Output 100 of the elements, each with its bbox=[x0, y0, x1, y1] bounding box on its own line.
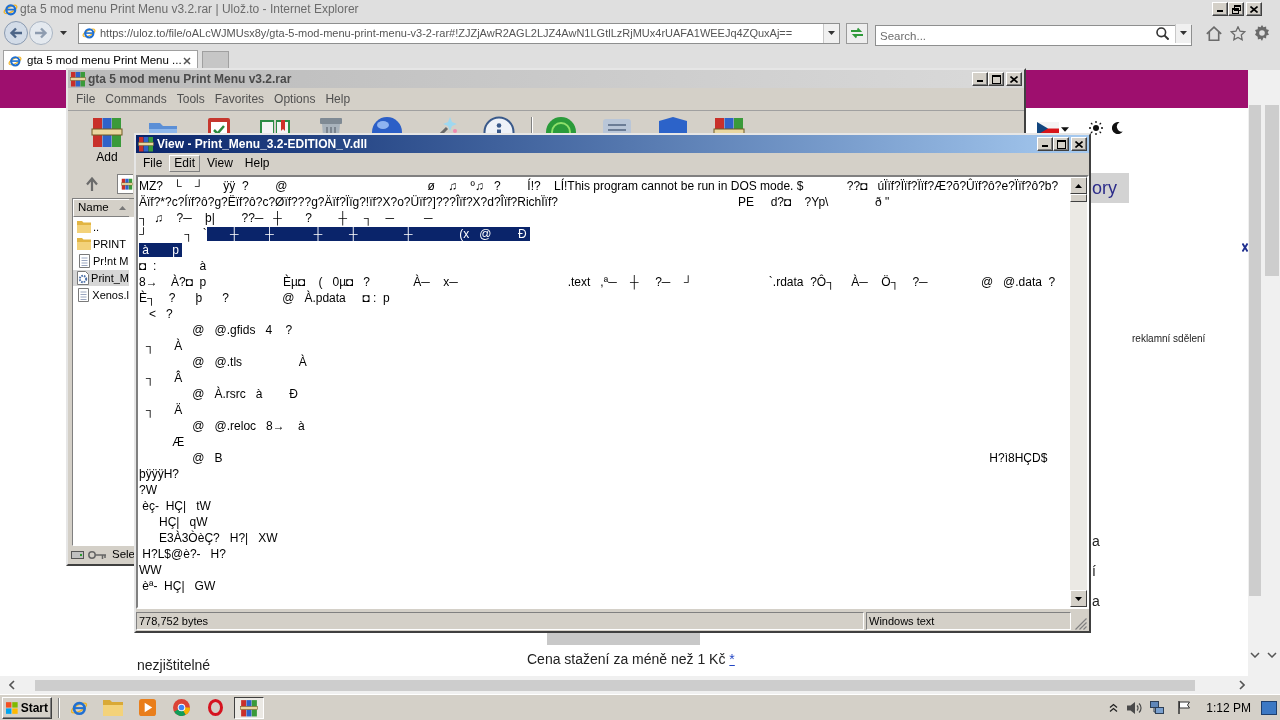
chevron-left-icon[interactable] bbox=[9, 680, 15, 690]
close-icon[interactable] bbox=[183, 56, 191, 65]
minimize-button[interactable] bbox=[972, 72, 988, 86]
scrollbar-thumb[interactable] bbox=[35, 679, 1195, 691]
menu-item[interactable]: Commands bbox=[100, 90, 172, 108]
search-field[interactable]: Search... bbox=[875, 25, 1192, 46]
dump-text: @ @.gfids 4 ? bbox=[192, 323, 293, 337]
show-desktop-icon[interactable] bbox=[1261, 700, 1277, 715]
menu-item[interactable]: File bbox=[138, 154, 168, 172]
shield-icon[interactable] bbox=[657, 116, 689, 133]
close-icon bbox=[1010, 75, 1018, 83]
ring-icon bbox=[207, 699, 223, 716]
archive-entry[interactable]: Pr!nt M bbox=[73, 253, 129, 269]
category-button[interactable]: ory bbox=[1090, 173, 1129, 203]
archive-entry[interactable]: .. bbox=[73, 219, 129, 235]
refresh-button[interactable] bbox=[846, 22, 868, 44]
document-icon[interactable] bbox=[601, 116, 633, 133]
info-icon[interactable] bbox=[483, 116, 515, 133]
status-text: 778,752 bytes bbox=[136, 612, 864, 630]
path-field[interactable] bbox=[117, 174, 133, 194]
dump-text: ┐ Â bbox=[145, 371, 183, 385]
restore-icon bbox=[1231, 4, 1241, 14]
archive-entry[interactable]: PRINT bbox=[73, 236, 129, 252]
drive-icon bbox=[71, 551, 84, 559]
footnote-link[interactable]: * bbox=[729, 651, 735, 667]
cross-icon[interactable] bbox=[1242, 243, 1248, 252]
text-fragment: a bbox=[1092, 532, 1100, 551]
close-button[interactable] bbox=[1006, 72, 1022, 86]
menu-item[interactable]: File bbox=[71, 90, 101, 108]
maximize-button[interactable] bbox=[1053, 137, 1069, 151]
start-button[interactable]: Start bbox=[2, 696, 52, 719]
moon-icon[interactable] bbox=[1112, 122, 1123, 134]
address-field[interactable]: https://uloz.to/file/oALcWJMUsx8y/gta-5-mod-menu-print-menu-v3-2-rar#!ZJZjAwR2AGL2LJZ4AwN1LGtlLzRjMUx4rUAFA1WEEJq4ZQuxAj== bbox=[78, 22, 840, 44]
add-button[interactable]: Add bbox=[79, 111, 135, 164]
minimize-button[interactable] bbox=[1212, 2, 1228, 16]
text-fragment: a bbox=[1092, 592, 1100, 611]
minimize-icon bbox=[977, 80, 983, 82]
window-title: gta 5 mod menu Print Menu v3.2.rar bbox=[88, 71, 292, 88]
books-icon bbox=[138, 136, 154, 152]
caret-icon bbox=[60, 31, 67, 35]
settings-icon[interactable] bbox=[1254, 25, 1270, 41]
menu-item[interactable]: Favorites bbox=[209, 90, 270, 108]
browser-tab[interactable]: gta 5 mod menu Print Menu ... bbox=[3, 50, 198, 70]
menu-item[interactable]: Tools bbox=[171, 90, 210, 108]
price-note: Cena stažení za méně než 1 Kč * bbox=[527, 650, 735, 668]
network-icon[interactable] bbox=[1150, 700, 1165, 715]
scrollbar-thumb[interactable] bbox=[1070, 194, 1087, 202]
clock[interactable]: 1:12 PM bbox=[1206, 698, 1251, 717]
sun-icon[interactable] bbox=[1089, 121, 1103, 135]
star-icon[interactable] bbox=[1230, 25, 1246, 41]
search-icon[interactable] bbox=[1156, 26, 1169, 40]
archive-entry[interactable]: Xenos.l bbox=[73, 287, 129, 303]
dump-text: èª- HÇ| GW bbox=[142, 579, 216, 593]
minimize-button[interactable] bbox=[1037, 137, 1053, 151]
selected-text: à p bbox=[139, 243, 183, 257]
dump-text: Æ bbox=[172, 435, 185, 449]
taskbar-button[interactable] bbox=[234, 696, 264, 719]
caret-icon bbox=[1180, 31, 1187, 35]
status-label: nezjištitelné bbox=[137, 656, 211, 674]
chevron-right-icon[interactable] bbox=[1239, 680, 1245, 690]
triangle-down-icon bbox=[1075, 596, 1082, 601]
dump-text: @ À.rsrc à Ð bbox=[192, 387, 298, 401]
scrollbar-thumb[interactable] bbox=[1265, 105, 1279, 276]
scroll-down-button[interactable] bbox=[1070, 590, 1087, 607]
menu-item[interactable]: View bbox=[202, 154, 238, 172]
window-title: View - Print_Menu_3.2-EDITION_V.dll bbox=[157, 136, 368, 153]
dump-text: ┘ ┐ ` bbox=[139, 227, 207, 241]
maximize-button[interactable] bbox=[988, 72, 1004, 86]
dump-text: H?L$@è?- H? bbox=[142, 547, 226, 561]
close-button[interactable] bbox=[1246, 2, 1262, 16]
column-header[interactable]: Name bbox=[73, 199, 129, 217]
menu-item[interactable]: Options bbox=[269, 90, 321, 108]
menu-item[interactable]: Edit bbox=[169, 154, 201, 172]
up-arrow-icon[interactable] bbox=[85, 177, 99, 191]
dropdown-button[interactable] bbox=[823, 23, 839, 43]
chevron-up-icon[interactable] bbox=[1109, 703, 1119, 712]
dump-text: @ @.reloc 8→ à bbox=[192, 419, 305, 433]
dropdown-button[interactable] bbox=[1175, 23, 1191, 43]
dump-text: ┐ À bbox=[145, 339, 183, 353]
scroll-up-button[interactable] bbox=[1070, 177, 1087, 194]
menu-item[interactable]: Help bbox=[320, 90, 356, 108]
speaker-icon[interactable] bbox=[1127, 700, 1143, 715]
dump-text: þÿÿÿH? bbox=[139, 467, 179, 481]
close-button[interactable] bbox=[1071, 137, 1087, 151]
dump-text: Äïf?*?c?Íïf?ô?g?Ëïf?ô?c?Øïf???g?Äïf?Ïïg?!ïf?X?o?Üïf?]???Îïf?X?d?Îïf?RichÏïf? PE d?◘ ?Yp\ ð " bbox=[139, 195, 890, 209]
books-icon bbox=[91, 116, 123, 148]
archive-entry[interactable]: Print_M bbox=[73, 270, 129, 286]
close-icon bbox=[1250, 5, 1258, 13]
menu-item[interactable]: Help bbox=[239, 154, 275, 172]
restore-button[interactable] bbox=[1228, 2, 1244, 16]
folder-icon bbox=[77, 221, 91, 233]
home-icon[interactable] bbox=[1206, 25, 1222, 41]
scrollbar-thumb[interactable] bbox=[1249, 105, 1261, 596]
back-icon[interactable] bbox=[4, 21, 28, 45]
dump-text: HÇ| qW bbox=[159, 515, 208, 529]
status-text: Sele bbox=[112, 547, 136, 563]
dump-text: MZ? └ ┘ ÿÿ ? @ ø ♫ º♫ ? Í!? LÍ!This program cannot be run in DOS mode. $ ??◘ úÏïf?Ïïf?Ïïf?Æ?õ?Ûïf?ô?e?Ïïf?ô?b? bbox=[139, 179, 1059, 193]
flag-icon[interactable] bbox=[1178, 701, 1191, 714]
resize-grip-icon[interactable] bbox=[1075, 618, 1087, 630]
books-icon bbox=[70, 71, 86, 87]
